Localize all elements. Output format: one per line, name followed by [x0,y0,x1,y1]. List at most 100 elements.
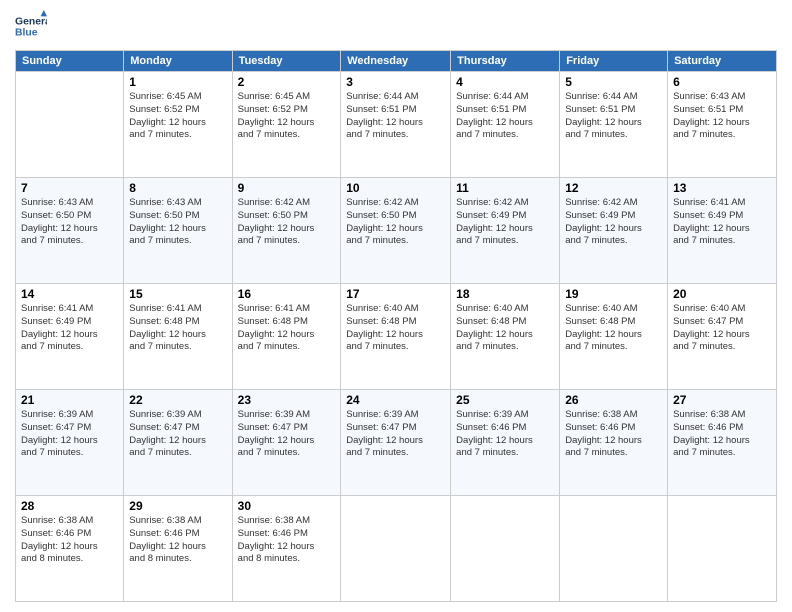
day-info: Sunrise: 6:43 AM Sunset: 6:51 PM Dayligh… [673,91,771,142]
calendar-cell: 16 Sunrise: 6:41 AM Sunset: 6:48 PM Dayli… [232,284,341,390]
calendar-cell: 17 Sunrise: 6:40 AM Sunset: 6:48 PM Dayli… [341,284,451,390]
day-number: 5 [565,75,662,89]
day-number: 15 [129,287,226,301]
calendar-cell: 3Sunrise: 6:44 AM Sunset: 6:51 PM Daylig… [341,72,451,178]
svg-text:General: General [15,16,47,27]
calendar-cell: 6Sunrise: 6:43 AM Sunset: 6:51 PM Daylig… [668,72,777,178]
day-number: 10 [346,181,445,195]
day-number: 25 [456,393,554,407]
day-number: 16 [238,287,336,301]
day-info: Sunrise: 6:39 AM Sunset: 6:46 PM Dayligh… [456,409,554,460]
day-number: 4 [456,75,554,89]
day-number: 7 [21,181,118,195]
calendar-cell: 23 Sunrise: 6:39 AM Sunset: 6:47 PM Dayli… [232,390,341,496]
calendar-cell: 27 Sunrise: 6:38 AM Sunset: 6:46 PM Dayli… [668,390,777,496]
day-number: 12 [565,181,662,195]
page: General Blue SundayMondayTuesdayWednesda… [0,0,792,612]
day-number: 9 [238,181,336,195]
calendar-cell [560,496,668,602]
header: General Blue [15,10,777,42]
day-info: Sunrise: 6:39 AM Sunset: 6:47 PM Dayligh… [129,409,226,460]
day-number: 19 [565,287,662,301]
calendar-cell: 24 Sunrise: 6:39 AM Sunset: 6:47 PM Dayli… [341,390,451,496]
day-number: 23 [238,393,336,407]
day-info: Sunrise: 6:43 AM Sunset: 6:50 PM Dayligh… [21,197,118,248]
calendar-header-row: SundayMondayTuesdayWednesdayThursdayFrid… [16,51,777,72]
calendar-cell: 19 Sunrise: 6:40 AM Sunset: 6:48 PM Dayli… [560,284,668,390]
day-info: Sunrise: 6:38 AM Sunset: 6:46 PM Dayligh… [673,409,771,460]
calendar-day-header-friday: Friday [560,51,668,72]
day-info: Sunrise: 6:41 AM Sunset: 6:49 PM Dayligh… [673,197,771,248]
calendar-cell [668,496,777,602]
day-info: Sunrise: 6:38 AM Sunset: 6:46 PM Dayligh… [565,409,662,460]
calendar-cell: 1Sunrise: 6:45 AM Sunset: 6:52 PM Daylig… [124,72,232,178]
day-info: Sunrise: 6:40 AM Sunset: 6:48 PM Dayligh… [456,303,554,354]
svg-text:Blue: Blue [15,28,38,39]
day-info: Sunrise: 6:39 AM Sunset: 6:47 PM Dayligh… [21,409,118,460]
day-number: 30 [238,499,336,513]
calendar-cell: 22 Sunrise: 6:39 AM Sunset: 6:47 PM Dayli… [124,390,232,496]
day-info: Sunrise: 6:39 AM Sunset: 6:47 PM Dayligh… [238,409,336,460]
day-info: Sunrise: 6:44 AM Sunset: 6:51 PM Dayligh… [456,91,554,142]
calendar-week-row: 1Sunrise: 6:45 AM Sunset: 6:52 PM Daylig… [16,72,777,178]
day-info: Sunrise: 6:41 AM Sunset: 6:48 PM Dayligh… [129,303,226,354]
day-number: 11 [456,181,554,195]
calendar-cell: 13Sunrise: 6:41 AM Sunset: 6:49 PM Dayli… [668,178,777,284]
day-number: 24 [346,393,445,407]
calendar-day-header-sunday: Sunday [16,51,124,72]
calendar-day-header-saturday: Saturday [668,51,777,72]
day-info: Sunrise: 6:40 AM Sunset: 6:48 PM Dayligh… [565,303,662,354]
day-info: Sunrise: 6:41 AM Sunset: 6:48 PM Dayligh… [238,303,336,354]
calendar-cell: 20 Sunrise: 6:40 AM Sunset: 6:47 PM Dayli… [668,284,777,390]
calendar-week-row: 14 Sunrise: 6:41 AM Sunset: 6:49 PM Dayli… [16,284,777,390]
day-info: Sunrise: 6:41 AM Sunset: 6:49 PM Dayligh… [21,303,118,354]
calendar-cell [451,496,560,602]
calendar-day-header-monday: Monday [124,51,232,72]
day-number: 8 [129,181,226,195]
calendar-table: SundayMondayTuesdayWednesdayThursdayFrid… [15,50,777,602]
calendar-cell: 11 Sunrise: 6:42 AM Sunset: 6:49 PM Dayli… [451,178,560,284]
day-info: Sunrise: 6:42 AM Sunset: 6:50 PM Dayligh… [346,197,445,248]
day-number: 2 [238,75,336,89]
calendar-cell: 9 Sunrise: 6:42 AM Sunset: 6:50 PM Daylig… [232,178,341,284]
day-number: 27 [673,393,771,407]
day-number: 3 [346,75,445,89]
day-number: 22 [129,393,226,407]
calendar-cell: 25 Sunrise: 6:39 AM Sunset: 6:46 PM Dayli… [451,390,560,496]
day-info: Sunrise: 6:38 AM Sunset: 6:46 PM Dayligh… [238,515,336,566]
calendar-cell: 2 Sunrise: 6:45 AM Sunset: 6:52 PM Daylig… [232,72,341,178]
calendar-cell: 26 Sunrise: 6:38 AM Sunset: 6:46 PM Dayli… [560,390,668,496]
calendar-cell: 28Sunrise: 6:38 AM Sunset: 6:46 PM Dayli… [16,496,124,602]
day-info: Sunrise: 6:45 AM Sunset: 6:52 PM Dayligh… [129,91,226,142]
day-number: 14 [21,287,118,301]
day-number: 26 [565,393,662,407]
calendar-day-header-thursday: Thursday [451,51,560,72]
day-info: Sunrise: 6:45 AM Sunset: 6:52 PM Dayligh… [238,91,336,142]
day-info: Sunrise: 6:42 AM Sunset: 6:50 PM Dayligh… [238,197,336,248]
day-number: 17 [346,287,445,301]
day-info: Sunrise: 6:43 AM Sunset: 6:50 PM Dayligh… [129,197,226,248]
day-info: Sunrise: 6:44 AM Sunset: 6:51 PM Dayligh… [565,91,662,142]
calendar-cell [341,496,451,602]
day-info: Sunrise: 6:42 AM Sunset: 6:49 PM Dayligh… [456,197,554,248]
day-info: Sunrise: 6:38 AM Sunset: 6:46 PM Dayligh… [129,515,226,566]
logo: General Blue [15,10,51,42]
calendar-week-row: 28Sunrise: 6:38 AM Sunset: 6:46 PM Dayli… [16,496,777,602]
calendar-cell: 4 Sunrise: 6:44 AM Sunset: 6:51 PM Daylig… [451,72,560,178]
day-info: Sunrise: 6:39 AM Sunset: 6:47 PM Dayligh… [346,409,445,460]
calendar-week-row: 7 Sunrise: 6:43 AM Sunset: 6:50 PM Daylig… [16,178,777,284]
calendar-cell: 30 Sunrise: 6:38 AM Sunset: 6:46 PM Dayli… [232,496,341,602]
day-number: 20 [673,287,771,301]
calendar-cell: 8 Sunrise: 6:43 AM Sunset: 6:50 PM Daylig… [124,178,232,284]
day-info: Sunrise: 6:40 AM Sunset: 6:47 PM Dayligh… [673,303,771,354]
day-info: Sunrise: 6:40 AM Sunset: 6:48 PM Dayligh… [346,303,445,354]
day-info: Sunrise: 6:38 AM Sunset: 6:46 PM Dayligh… [21,515,118,566]
calendar-cell: 5 Sunrise: 6:44 AM Sunset: 6:51 PM Daylig… [560,72,668,178]
calendar-cell: 15 Sunrise: 6:41 AM Sunset: 6:48 PM Dayli… [124,284,232,390]
day-number: 29 [129,499,226,513]
calendar-day-header-tuesday: Tuesday [232,51,341,72]
calendar-cell: 18Sunrise: 6:40 AM Sunset: 6:48 PM Dayli… [451,284,560,390]
day-info: Sunrise: 6:42 AM Sunset: 6:49 PM Dayligh… [565,197,662,248]
calendar-cell: 21Sunrise: 6:39 AM Sunset: 6:47 PM Dayli… [16,390,124,496]
calendar-cell [16,72,124,178]
